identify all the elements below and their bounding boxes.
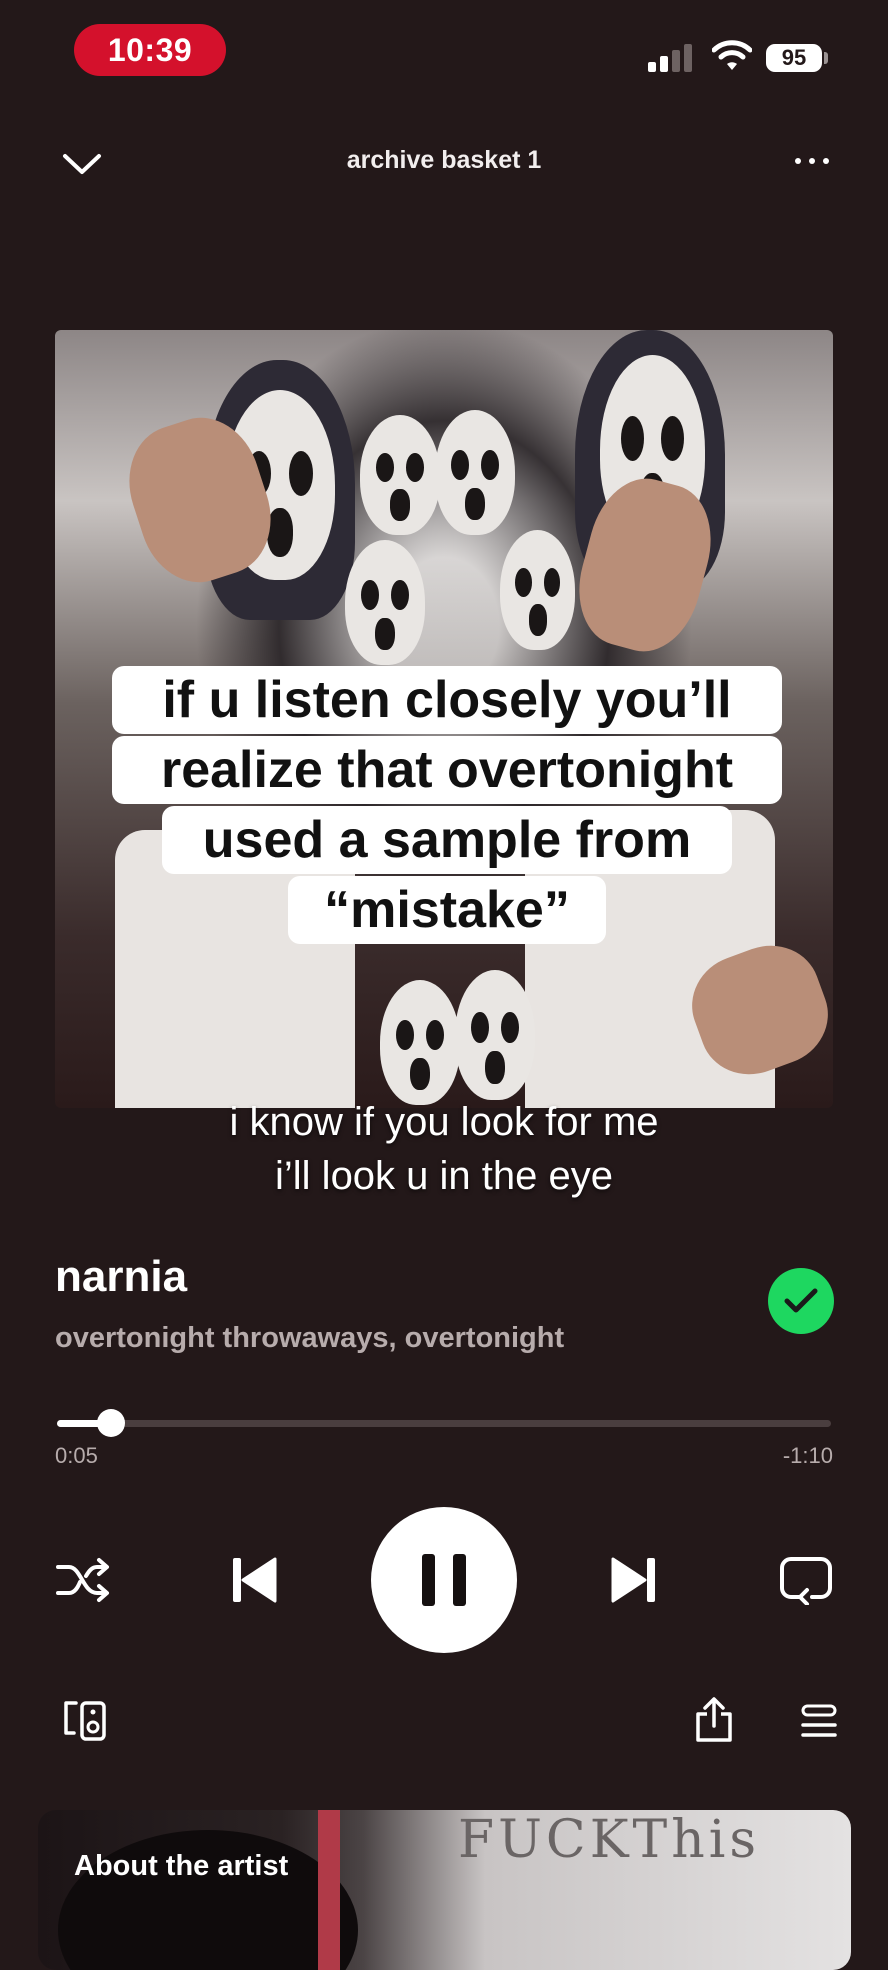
collapse-player-button[interactable] bbox=[58, 140, 106, 188]
track-artists[interactable]: overtonight throwaways, overtonight bbox=[55, 1322, 564, 1355]
artwork-mask-center bbox=[345, 540, 425, 665]
connect-devices-icon bbox=[64, 1701, 106, 1741]
artwork-mask-center bbox=[360, 415, 440, 535]
artwork-mask-center bbox=[500, 530, 575, 650]
about-artist-label: About the artist bbox=[74, 1850, 289, 1882]
liked-button[interactable] bbox=[768, 1268, 834, 1334]
cellular-signal-icon bbox=[648, 42, 694, 72]
shuffle-button[interactable] bbox=[48, 1552, 118, 1608]
playlist-title: archive basket 1 bbox=[346, 146, 542, 174]
more-dot-icon bbox=[823, 158, 829, 164]
about-artist-card[interactable]: FUCKThis About the artist bbox=[38, 1810, 851, 1970]
pause-button[interactable] bbox=[371, 1507, 517, 1653]
caption-line: if u listen closely you’ll bbox=[112, 666, 782, 734]
caption-line: used a sample from bbox=[162, 806, 732, 874]
artwork-mask-bottom bbox=[455, 970, 535, 1100]
more-dot-icon bbox=[795, 158, 801, 164]
pause-icon bbox=[422, 1554, 466, 1606]
battery-indicator: 95 bbox=[766, 44, 822, 72]
queue-button[interactable] bbox=[796, 1698, 842, 1744]
lyric-line: i’ll look u in the eye bbox=[275, 1154, 613, 1198]
artwork-mask-bottom bbox=[380, 980, 460, 1105]
progress-scrubber[interactable] bbox=[97, 1409, 125, 1437]
progress-track[interactable] bbox=[57, 1420, 831, 1427]
wifi-icon bbox=[712, 40, 752, 70]
more-dot-icon bbox=[809, 158, 815, 164]
share-icon bbox=[696, 1697, 732, 1742]
repeat-icon bbox=[780, 1557, 832, 1605]
previous-icon bbox=[233, 1557, 277, 1603]
chevron-down-icon bbox=[63, 154, 101, 174]
artwork-mask-center bbox=[435, 410, 515, 535]
lyric-line: i know if you look for me bbox=[229, 1100, 659, 1144]
status-time: 10:39 bbox=[74, 24, 226, 76]
connect-devices-button[interactable] bbox=[58, 1696, 112, 1746]
queue-icon bbox=[801, 1704, 837, 1737]
more-options-button[interactable] bbox=[782, 146, 842, 176]
next-button[interactable] bbox=[602, 1552, 666, 1608]
next-icon bbox=[611, 1557, 655, 1603]
previous-button[interactable] bbox=[222, 1552, 286, 1608]
share-button[interactable] bbox=[688, 1692, 740, 1748]
elapsed-time: 0:05 bbox=[55, 1443, 98, 1468]
caption-line: “mistake” bbox=[288, 876, 606, 944]
battery-nub bbox=[824, 52, 828, 64]
checkmark-icon bbox=[784, 1288, 818, 1313]
track-title[interactable]: narnia bbox=[55, 1252, 187, 1302]
repeat-button[interactable] bbox=[772, 1550, 840, 1610]
caption-line: realize that overtonight bbox=[112, 736, 782, 804]
artist-photo-decor bbox=[318, 1810, 340, 1970]
shuffle-icon bbox=[56, 1558, 109, 1602]
artist-photo-handwriting: FUCKThis bbox=[458, 1810, 761, 1870]
remaining-time: -1:10 bbox=[782, 1443, 833, 1468]
